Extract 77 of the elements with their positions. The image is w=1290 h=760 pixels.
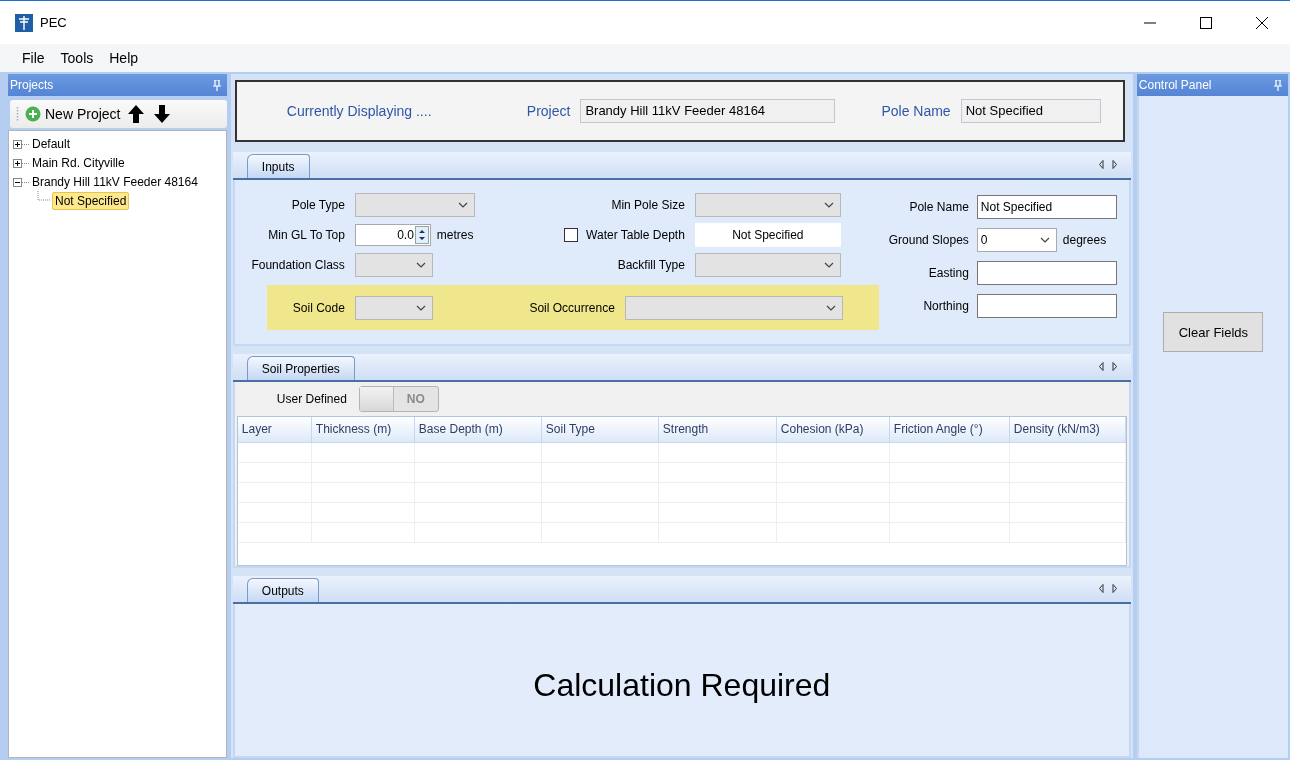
field-label: Foundation Class bbox=[250, 258, 346, 272]
field-label: Ground Slopes bbox=[887, 232, 970, 247]
panel-title: Projects bbox=[10, 78, 54, 92]
arrow-up-icon bbox=[128, 105, 145, 123]
move-down-button[interactable] bbox=[152, 105, 173, 123]
tree-item[interactable]: Not Specified bbox=[52, 191, 130, 210]
tree-item[interactable]: Default bbox=[30, 135, 73, 152]
close-icon bbox=[1256, 16, 1268, 29]
field-label: Backfill Type bbox=[616, 258, 686, 272]
tab[interactable]: Outputs bbox=[246, 578, 319, 602]
column-header[interactable]: Layer bbox=[237, 417, 312, 442]
status-message: Calculation Required bbox=[533, 666, 831, 704]
text-field[interactable]: Not Specified bbox=[976, 194, 1117, 219]
text-field[interactable] bbox=[976, 293, 1117, 318]
menu-item[interactable]: Tools bbox=[52, 48, 102, 68]
tree-connector-icon bbox=[35, 191, 51, 203]
column-header[interactable]: Friction Angle (°) bbox=[889, 417, 1010, 442]
field-label: Easting bbox=[927, 265, 970, 280]
collapse-icon[interactable] bbox=[13, 177, 29, 187]
column-header[interactable]: Cohesion (kPa) bbox=[776, 417, 890, 442]
value-field: Not Specified bbox=[694, 223, 841, 247]
tab[interactable]: Soil Properties bbox=[246, 356, 355, 380]
tree-item[interactable]: Main Rd. Cityville bbox=[30, 154, 127, 171]
column-header[interactable]: Base Depth (m) bbox=[414, 417, 542, 442]
clear-fields-button[interactable]: Clear Fields bbox=[1163, 312, 1264, 352]
checkbox[interactable] bbox=[564, 228, 579, 242]
column-header[interactable]: Soil Type bbox=[541, 417, 659, 442]
project-field: Brandy Hill 11kV Feeder 48164 bbox=[580, 99, 836, 123]
scroll-arrows-icon bbox=[1098, 160, 1117, 169]
column-header[interactable]: Density (kN/m3) bbox=[1009, 417, 1126, 442]
chevron-down-icon bbox=[415, 304, 426, 311]
chevron-down-icon bbox=[457, 202, 468, 208]
move-up-button[interactable] bbox=[126, 105, 147, 123]
arrow-down-icon bbox=[154, 105, 171, 123]
unit-label: metres bbox=[436, 228, 474, 242]
unit-label: degrees bbox=[1062, 232, 1107, 247]
panel-title: Control Panel bbox=[1138, 78, 1212, 92]
field-label: Soil Code bbox=[291, 300, 346, 315]
field-label: Soil Occurrence bbox=[528, 300, 616, 315]
tree-item[interactable]: Brandy Hill 11kV Feeder 48164 bbox=[30, 173, 200, 190]
maximize-icon bbox=[1200, 16, 1212, 29]
pole-icon bbox=[15, 13, 33, 32]
spinner-icon bbox=[414, 226, 429, 244]
scroll-arrows-icon bbox=[1098, 584, 1117, 593]
column-header[interactable]: Strength bbox=[658, 417, 777, 442]
scroll-arrows-icon bbox=[1098, 362, 1117, 371]
chevron-down-icon bbox=[415, 262, 426, 268]
chevron-down-icon bbox=[825, 304, 836, 311]
new-project-button[interactable]: New Project bbox=[25, 106, 121, 122]
dropdown[interactable]: 0 bbox=[976, 227, 1057, 252]
chevron-down-icon bbox=[823, 262, 834, 268]
add-icon bbox=[25, 106, 41, 122]
header-caption: Currently Displaying .... bbox=[286, 103, 433, 119]
pole-name-field: Not Specified bbox=[960, 99, 1101, 123]
column-header[interactable]: Thickness (m) bbox=[311, 417, 415, 442]
field-label: Northing bbox=[922, 298, 970, 313]
field-label: Min Pole Size bbox=[610, 198, 686, 212]
field-label: Water Table Depth bbox=[586, 228, 685, 242]
tab[interactable]: Inputs bbox=[246, 154, 310, 178]
pin-icon bbox=[212, 79, 221, 91]
chevron-down-icon bbox=[823, 202, 834, 208]
text-field[interactable] bbox=[976, 260, 1117, 285]
menu-item[interactable]: Help bbox=[101, 48, 147, 68]
field-label: Pole Name bbox=[908, 199, 970, 214]
expand-icon[interactable] bbox=[13, 158, 29, 168]
pole-name-label: Pole Name bbox=[881, 103, 951, 119]
field-label: User Defined bbox=[276, 392, 347, 406]
field-label: Pole Type bbox=[290, 198, 346, 212]
window-title: PEC bbox=[40, 15, 67, 30]
grip-icon bbox=[16, 106, 19, 122]
pin-icon bbox=[1274, 79, 1282, 91]
number-field[interactable]: 0.0 bbox=[354, 224, 431, 246]
chevron-down-icon bbox=[1039, 236, 1050, 243]
menu-item[interactable]: File bbox=[14, 48, 53, 68]
field-label: Min GL To Top bbox=[267, 228, 346, 242]
project-label: Project bbox=[526, 103, 571, 119]
expand-icon[interactable] bbox=[13, 139, 29, 149]
